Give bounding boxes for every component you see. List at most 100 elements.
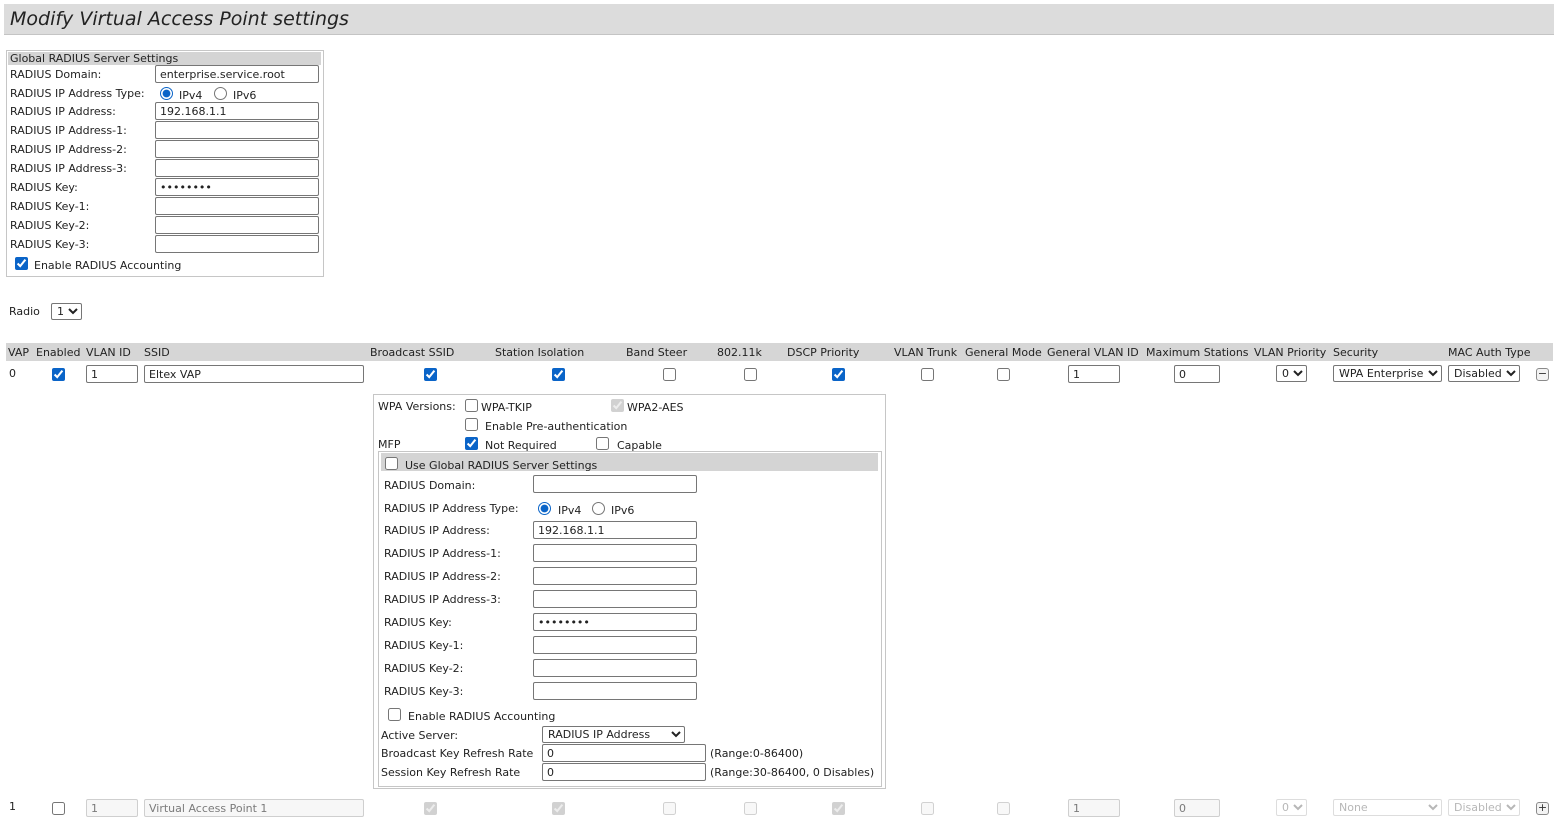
vap-enabled-checkbox[interactable] <box>52 802 65 815</box>
band-steer-checkbox[interactable] <box>663 802 676 815</box>
vap-radius-ip-type-label: RADIUS IP Address Type: <box>384 502 519 515</box>
page-title: Modify Virtual Access Point settings <box>10 8 349 30</box>
80211k-checkbox[interactable] <box>744 802 757 815</box>
radius-key1-input[interactable] <box>155 197 319 215</box>
session-refresh-label: Session Key Refresh Rate <box>381 766 521 779</box>
vlan-id-input[interactable] <box>86 799 138 817</box>
vap-radius-key1-input[interactable] <box>533 636 697 654</box>
collapse-row-button[interactable]: − <box>1536 368 1549 381</box>
bcast-refresh-label: Broadcast Key Refresh Rate <box>381 747 534 760</box>
band-steer-checkbox[interactable] <box>663 368 676 381</box>
vap-number: 1 <box>9 800 16 813</box>
radius-ip3-label: RADIUS IP Address-3: <box>10 162 127 175</box>
wpa-versions-label: WPA Versions: <box>378 400 456 413</box>
radius-ip1-input[interactable] <box>155 121 319 139</box>
vap-radius-ipv6-label: IPv6 <box>611 504 635 517</box>
dscp-priority-checkbox[interactable] <box>832 802 845 815</box>
bcast-refresh-input[interactable] <box>542 744 706 762</box>
radius-key-input[interactable] <box>155 178 319 196</box>
global-radius-panel: Global RADIUS Server Settings RADIUS Dom… <box>6 50 324 277</box>
radius-ip-input[interactable] <box>155 102 319 120</box>
radius-ip-label: RADIUS IP Address: <box>10 105 116 118</box>
station-isolation-checkbox[interactable] <box>552 368 565 381</box>
security-select[interactable]: None <box>1333 799 1442 816</box>
radius-key3-label: RADIUS Key-3: <box>10 238 90 251</box>
radius-key-label: RADIUS Key: <box>10 181 78 194</box>
preauth-checkbox[interactable] <box>465 418 478 431</box>
col-vlan-priority: VLAN Priority <box>1254 346 1327 359</box>
mac-auth-select[interactable]: Disabled <box>1448 799 1520 816</box>
vap-radius-ip2-input[interactable] <box>533 567 697 585</box>
vap-radius-ipv6-radio[interactable] <box>592 502 605 515</box>
radius-ipv6-radio[interactable] <box>214 87 227 100</box>
global-radius-title: Global RADIUS Server Settings <box>10 52 179 65</box>
vlan-trunk-checkbox[interactable] <box>921 802 934 815</box>
col-80211k: 802.11k <box>717 346 762 359</box>
vap-radius-ipv4-radio[interactable] <box>538 502 551 515</box>
expand-row-button[interactable]: + <box>1536 802 1549 815</box>
radius-ip3-input[interactable] <box>155 159 319 177</box>
vap-radius-ip1-input[interactable] <box>533 544 697 562</box>
vlan-trunk-checkbox[interactable] <box>921 368 934 381</box>
vlan-priority-select[interactable]: 0 <box>1276 365 1307 382</box>
radio-label: Radio <box>9 305 40 318</box>
vlan-id-input[interactable] <box>86 365 138 383</box>
wpa-tkip-checkbox[interactable] <box>465 399 478 412</box>
general-vlan-id-input[interactable] <box>1068 365 1120 383</box>
vap-radius-key3-input[interactable] <box>533 682 697 700</box>
broadcast-ssid-checkbox[interactable] <box>424 802 437 815</box>
vlan-priority-select[interactable]: 0 <box>1276 799 1307 816</box>
max-stations-input[interactable] <box>1174 799 1220 817</box>
vap-radius-ip3-input[interactable] <box>533 590 697 608</box>
col-vlan-trunk: VLAN Trunk <box>894 346 958 359</box>
col-general-vlan-id: General VLAN ID <box>1047 346 1139 359</box>
radius-key1-label: RADIUS Key-1: <box>10 200 90 213</box>
general-mode-checkbox[interactable] <box>997 368 1010 381</box>
use-global-radius-checkbox[interactable] <box>385 457 398 470</box>
radio-select[interactable]: 1 <box>51 303 82 320</box>
col-broadcast-ssid: Broadcast SSID <box>370 346 455 359</box>
radius-ip2-input[interactable] <box>155 140 319 158</box>
vap-radius-key2-input[interactable] <box>533 659 697 677</box>
vap-radius-accounting-checkbox[interactable] <box>388 708 401 721</box>
col-maximum-stations: Maximum Stations <box>1146 346 1249 359</box>
radius-key2-input[interactable] <box>155 216 319 234</box>
vap-radius-domain-label: RADIUS Domain: <box>384 479 476 492</box>
general-mode-checkbox[interactable] <box>997 802 1010 815</box>
security-select[interactable]: WPA Enterprise <box>1333 365 1442 382</box>
broadcast-ssid-checkbox[interactable] <box>424 368 437 381</box>
radius-ip2-label: RADIUS IP Address-2: <box>10 143 127 156</box>
general-vlan-id-input[interactable] <box>1068 799 1120 817</box>
ssid-input[interactable] <box>144 365 364 383</box>
session-refresh-input[interactable] <box>542 763 706 781</box>
wpa-tkip-label: WPA-TKIP <box>481 401 532 414</box>
radius-ip-type-label: RADIUS IP Address Type: <box>10 87 145 100</box>
radius-accounting-checkbox[interactable] <box>15 257 28 270</box>
active-server-label: Active Server: <box>381 729 459 742</box>
radius-domain-input[interactable] <box>155 65 319 83</box>
radius-ipv4-radio[interactable] <box>160 87 173 100</box>
station-isolation-checkbox[interactable] <box>552 802 565 815</box>
preauth-label: Enable Pre-authentication <box>485 420 628 433</box>
vap-radius-domain-input[interactable] <box>533 475 697 493</box>
col-station-isolation: Station Isolation <box>495 346 585 359</box>
title-bar: Modify Virtual Access Point settings <box>4 4 1554 35</box>
wpa2-aes-checkbox[interactable] <box>611 399 624 412</box>
radius-key3-input[interactable] <box>155 235 319 253</box>
wpa2-aes-label: WPA2-AES <box>627 401 684 414</box>
mfp-not-required-checkbox[interactable] <box>465 437 478 450</box>
vap-enabled-checkbox[interactable] <box>52 368 65 381</box>
vap-radius-ip-input[interactable] <box>533 521 697 539</box>
vap-table-header: VAP Enabled VLAN ID SSID Broadcast SSID … <box>6 343 1553 361</box>
mfp-capable-checkbox[interactable] <box>596 437 609 450</box>
80211k-checkbox[interactable] <box>744 368 757 381</box>
radius-accounting-label: Enable RADIUS Accounting <box>34 259 182 272</box>
radius-ipv4-label: IPv4 <box>179 89 203 102</box>
max-stations-input[interactable] <box>1174 365 1220 383</box>
dscp-priority-checkbox[interactable] <box>832 368 845 381</box>
active-server-select[interactable]: RADIUS IP Address <box>542 726 685 743</box>
session-refresh-range: (Range:30-86400, 0 Disables) <box>710 766 875 779</box>
ssid-input[interactable] <box>144 799 364 817</box>
vap-radius-key-input[interactable] <box>533 613 697 631</box>
mac-auth-select[interactable]: Disabled <box>1448 365 1520 382</box>
